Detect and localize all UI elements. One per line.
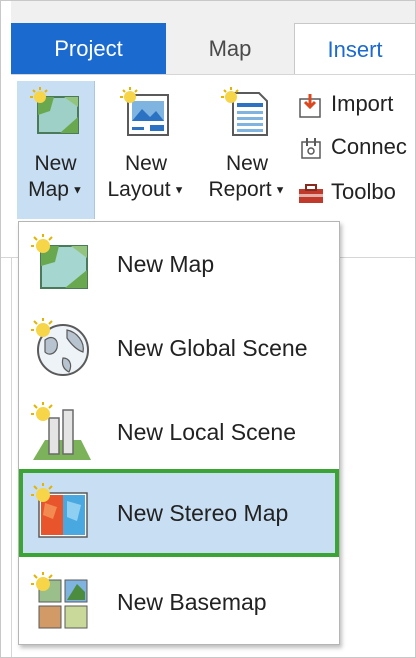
app-window: Project Map Insert New Map ▼ New Layout … xyxy=(0,0,416,658)
menu-item-label: New Stereo Map xyxy=(117,500,289,526)
import-button[interactable]: Import xyxy=(297,89,393,119)
new-layout-label-line1: New xyxy=(124,152,167,175)
new-report-button[interactable]: New Report ▼ xyxy=(201,81,293,203)
menu-item-label: New Map xyxy=(117,251,215,277)
chevron-down-icon: ▼ xyxy=(68,184,83,197)
new-layout-icon xyxy=(120,87,172,139)
local-scene-icon xyxy=(31,402,91,462)
chevron-down-icon: ▼ xyxy=(170,184,185,197)
connections-label: Connec xyxy=(331,134,407,159)
menu-item-new-map[interactable]: New Map xyxy=(19,224,339,304)
new-layout-label-line2-row: Layout ▼ xyxy=(103,177,189,203)
menu-item-label: New Global Scene xyxy=(117,335,308,361)
stereo-map-icon xyxy=(31,483,91,543)
menu-item-new-basemap[interactable]: New Basemap xyxy=(19,562,339,642)
tab-project[interactable]: Project xyxy=(11,23,166,74)
tab-insert[interactable]: Insert xyxy=(294,23,415,74)
menu-item-label: New Basemap xyxy=(117,589,267,615)
new-report-label-line1: New xyxy=(225,152,268,175)
menu-item-label: New Local Scene xyxy=(117,419,296,445)
menu-item-new-stereo-map[interactable]: New Stereo Map xyxy=(19,469,339,557)
import-label: Import xyxy=(331,91,394,116)
new-report-label-line2: Report xyxy=(208,178,272,201)
new-layout-label-line2: Layout xyxy=(107,178,171,201)
menu-item-new-global-scene[interactable]: New Global Scene xyxy=(19,308,339,388)
new-map-icon xyxy=(31,234,91,294)
new-report-icon xyxy=(221,87,273,139)
divider xyxy=(11,257,12,657)
toolbox-button[interactable]: Toolbo xyxy=(297,177,396,207)
connections-button[interactable]: Connec xyxy=(297,132,407,162)
tab-map[interactable]: Map xyxy=(166,23,294,74)
new-map-icon xyxy=(29,87,82,139)
new-map-label-line1: New xyxy=(34,152,77,175)
connection-icon xyxy=(297,136,325,160)
new-map-button[interactable]: New Map ▼ xyxy=(17,81,95,219)
new-map-dropdown-menu: New Map New Global Scene New Local Scene… xyxy=(18,221,340,645)
new-map-label-line2: Map xyxy=(28,178,69,201)
globe-icon xyxy=(31,318,91,378)
menu-item-new-local-scene[interactable]: New Local Scene xyxy=(19,392,339,472)
new-report-label-line2-row: Report ▼ xyxy=(201,177,293,203)
chevron-down-icon: ▼ xyxy=(271,184,286,197)
toolbox-icon xyxy=(297,181,325,205)
import-icon xyxy=(297,93,325,118)
basemap-icon xyxy=(31,572,91,632)
new-layout-button[interactable]: New Layout ▼ xyxy=(103,81,189,203)
new-map-label-line2-row: Map ▼ xyxy=(17,177,94,203)
toolbox-label: Toolbo xyxy=(331,179,396,204)
